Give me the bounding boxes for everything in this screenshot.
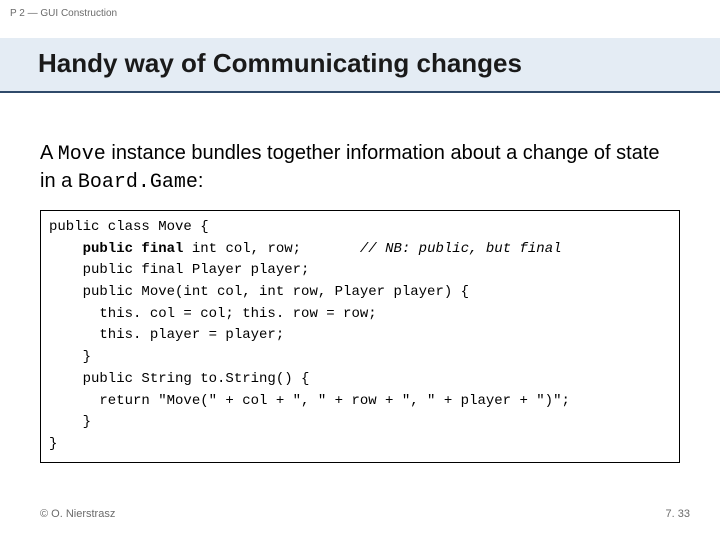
- code-line-11: }: [49, 436, 57, 452]
- footer-copyright: © O. Nierstrasz: [40, 508, 115, 520]
- body-prefix: A: [40, 142, 58, 164]
- breadcrumb: P 2 — GUI Construction: [10, 8, 117, 19]
- footer-page-number: 7. 33: [666, 508, 690, 520]
- slide: P 2 — GUI Construction Handy way of Comm…: [0, 0, 720, 540]
- body-code-2: Board.Game: [78, 171, 198, 194]
- code-line-3: public final Player player;: [49, 262, 309, 278]
- code-line-2d: // NB: public, but final: [360, 241, 562, 257]
- code-line-7: }: [49, 349, 91, 365]
- code-line-5: this. col = col; this. row = row;: [49, 306, 377, 322]
- code-line-8: public String to.String() {: [49, 371, 309, 387]
- slide-title: Handy way of Communicating changes: [38, 48, 720, 79]
- code-line-1: public class Move {: [49, 219, 209, 235]
- code-line-6: this. player = player;: [49, 327, 284, 343]
- code-line-10: }: [49, 414, 91, 430]
- body-text: A Move instance bundles together informa…: [40, 140, 680, 196]
- code-line-2b: public final: [83, 241, 184, 257]
- code-line-2a: [49, 241, 83, 257]
- body-suffix: :: [198, 170, 204, 192]
- code-box: public class Move { public final int col…: [40, 210, 680, 463]
- code-line-4: public Move(int col, int row, Player pla…: [49, 284, 469, 300]
- title-bar: Handy way of Communicating changes: [0, 38, 720, 93]
- code-line-2c: int col, row;: [183, 241, 359, 257]
- code-line-9: return "Move(" + col + ", " + row + ", "…: [49, 393, 570, 409]
- body-code-1: Move: [58, 143, 106, 166]
